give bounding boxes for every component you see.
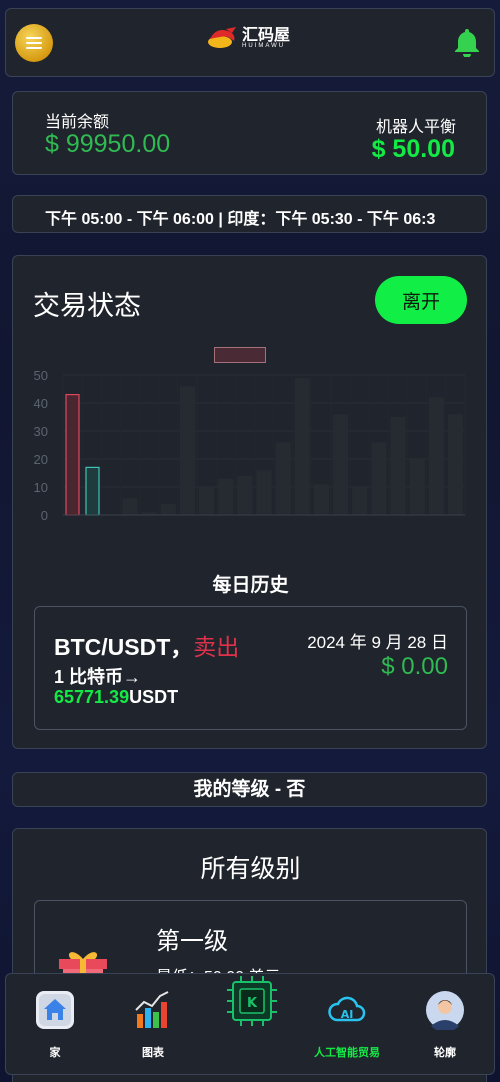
menu-button[interactable]	[15, 24, 53, 62]
background-bar	[447, 414, 463, 515]
y-tick-label: 30	[34, 424, 48, 439]
logo-subtext: HUIMAWU	[242, 43, 286, 49]
background-bar	[428, 397, 444, 515]
trade-quantity: 1 比特币→	[54, 667, 142, 687]
ticker-text: 下午 05:00 - 下午 06:00 | 印度：下午 05:30 - 下午 0…	[45, 211, 436, 228]
background-bar	[313, 484, 329, 515]
trade-side: 卖出	[193, 634, 240, 660]
trade-price: 65771.39USDT	[54, 687, 178, 708]
svg-text:K: K	[247, 996, 258, 1011]
balance-card: 当前余额 $ 99950.00 机器人平衡 $ 50.00	[12, 91, 487, 175]
background-bar	[218, 478, 234, 515]
top-header: 汇码屋 HUIMAWU	[5, 8, 495, 77]
background-bar	[333, 414, 349, 515]
bottom-navigation: 家 图表 K AI 人工智能贸易 轮廓	[5, 973, 495, 1075]
robot-balance-label: 机器人平衡	[375, 119, 456, 136]
background-bar	[275, 442, 291, 515]
series-2-bar	[85, 466, 100, 516]
hamburger-icon	[26, 37, 42, 49]
nav-charts[interactable]: 图表	[113, 990, 193, 1060]
chart-legend-swatch[interactable]	[214, 347, 266, 363]
trade-pair: BTC/USDT，卖出	[54, 628, 239, 662]
background-bar	[371, 442, 387, 515]
y-tick-label: 20	[34, 452, 48, 467]
my-level-bar[interactable]: 我的等级 - 否	[12, 772, 487, 807]
bar-chart-icon	[135, 991, 169, 1028]
my-level-text: 我的等级 - 否	[193, 779, 306, 800]
brand-logo[interactable]: 汇码屋 HUIMAWU	[206, 25, 290, 51]
y-tick-label: 0	[41, 508, 48, 523]
series-1-bar	[65, 394, 80, 516]
level-name: 第一级	[156, 928, 228, 955]
background-bar	[409, 459, 425, 515]
trade-price-unit: USDT	[129, 687, 179, 707]
nav-profile-label: 轮廓	[434, 1047, 456, 1059]
y-tick-label: 50	[34, 368, 48, 383]
y-tick-label: 10	[34, 480, 48, 495]
background-bar	[352, 487, 368, 515]
svg-text:AI: AI	[341, 1008, 354, 1021]
background-bar	[122, 498, 138, 515]
trade-history-item[interactable]: BTC/USDT，卖出 1 比特币→ 65771.39USDT 2024 年 9…	[34, 606, 467, 730]
background-bar	[237, 475, 253, 515]
nav-profile[interactable]: 轮廓	[405, 990, 485, 1060]
all-levels-title: 所有级别	[200, 855, 301, 883]
logo-mark-icon	[208, 27, 236, 48]
trading-status-card: 交易状态 离开 0 10 20 30 40 50 每日历史 BTC/USDT，卖出 1 比…	[12, 255, 487, 749]
background-bar	[294, 377, 310, 515]
current-balance-label: 当前余额	[45, 114, 110, 131]
daily-history-title: 每日历史	[212, 575, 289, 596]
avatar-icon	[426, 991, 464, 1033]
background-bar	[256, 470, 272, 515]
chip-icon[interactable]: K	[225, 974, 279, 1028]
nav-ai-trading[interactable]: AI 人工智能贸易	[307, 990, 387, 1060]
background-bar	[390, 417, 406, 515]
home-icon	[36, 991, 74, 1029]
y-tick-label: 40	[34, 396, 48, 411]
trade-date: 2024 年 9 月 28 日	[307, 633, 448, 652]
trade-pair-text: BTC/USDT，	[54, 634, 194, 660]
trading-hours-ticker: 下午 05:00 - 下午 06:00 | 印度：下午 05:30 - 下午 0…	[12, 195, 487, 233]
current-balance-value: $ 99950.00	[45, 130, 171, 158]
leave-button[interactable]: 离开	[375, 276, 467, 324]
logo-text: 汇码屋	[242, 25, 291, 44]
background-bar	[199, 487, 215, 515]
trade-price-number: 65771.39	[54, 687, 130, 707]
background-bar	[179, 386, 195, 515]
ai-cloud-icon: AI	[328, 996, 366, 1022]
daily-chart: 0 10 20 30 40 50	[34, 368, 466, 523]
nav-ai-trading-label: 人工智能贸易	[314, 1047, 380, 1059]
background-bar	[160, 503, 176, 515]
bell-icon[interactable]	[454, 27, 480, 57]
trade-amount: $ 0.00	[381, 653, 448, 680]
nav-home[interactable]: 家	[15, 990, 95, 1060]
nav-charts-label: 图表	[142, 1047, 164, 1059]
nav-home-label: 家	[49, 1047, 61, 1059]
trading-status-title: 交易状态	[33, 291, 141, 321]
robot-balance-value: $ 50.00	[371, 135, 455, 163]
